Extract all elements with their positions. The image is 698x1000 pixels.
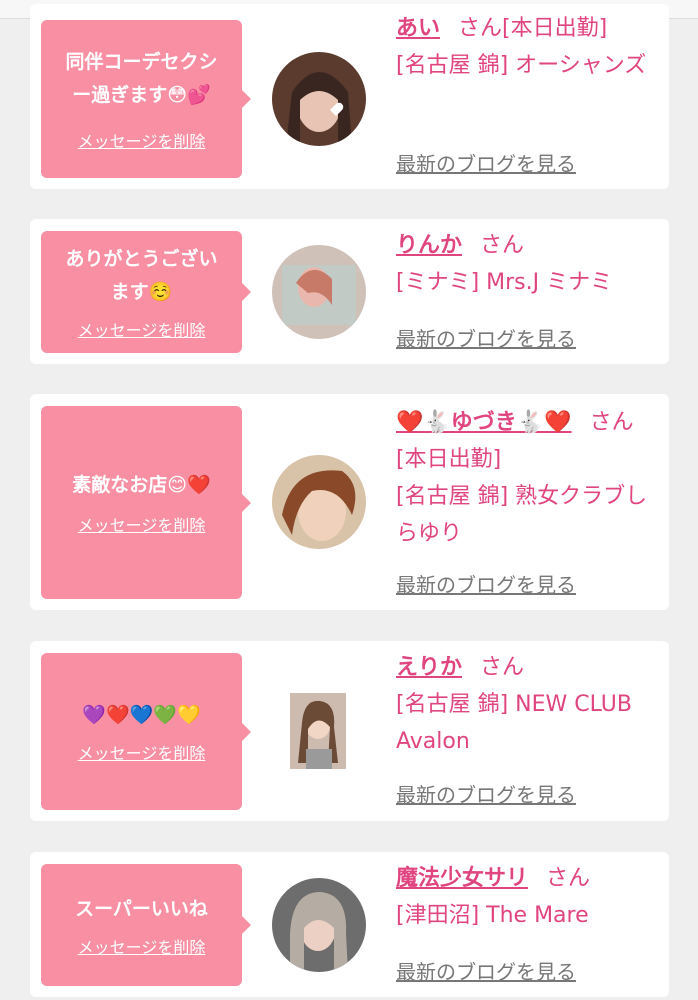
shop-name: [名古屋 錦] NEW CLUB Avalon — [396, 692, 632, 754]
message-card: 素敵なお店😊❤️ メッセージを削除 ❤️🐇ゆづき🐇❤️ さん [本日出勤] [名古屋… — [30, 394, 669, 610]
honorific: さん — [589, 410, 634, 435]
profile-name-link[interactable]: ❤️🐇ゆづき🐇❤️ — [396, 410, 572, 435]
shop-name: [津田沼] The Mare — [396, 903, 589, 928]
portrait-photo-icon — [272, 245, 366, 339]
honorific: さん — [480, 655, 525, 680]
message-card: 💜❤️💙💚💛 メッセージを削除 えりか さん [名古屋 錦] NEW CLUB A… — [30, 641, 669, 821]
honorific: さん — [546, 866, 591, 891]
avatar[interactable] — [272, 245, 366, 339]
profile-name-link[interactable]: えりか — [396, 655, 462, 680]
profile-info: えりか さん [名古屋 錦] NEW CLUB Avalon — [396, 649, 658, 760]
message-bubble: 💜❤️💙💚💛 メッセージを削除 — [41, 653, 251, 810]
latest-blog-link[interactable]: 最新のブログを見る — [396, 956, 576, 985]
message-text: ありがとうござい ます☺️ — [57, 243, 225, 309]
delete-message-link[interactable]: メッセージを削除 — [78, 512, 206, 536]
latest-blog-link[interactable]: 最新のブログを見る — [396, 779, 576, 808]
profile-info: りんか さん [ミナミ] Mrs.J ミナミ — [396, 227, 658, 301]
latest-blog-link[interactable]: 最新のブログを見る — [396, 148, 576, 177]
message-line: 素敵なお店😊❤️ — [72, 474, 211, 496]
status-label: [本日出勤] — [502, 16, 608, 41]
delete-message-link[interactable]: メッセージを削除 — [78, 128, 206, 152]
message-bubble: ありがとうござい ます☺️ メッセージを削除 — [41, 231, 251, 353]
avatar[interactable] — [290, 693, 346, 769]
profile-name-link[interactable]: 魔法少女サリ — [396, 866, 528, 891]
message-text: 同伴コーデセクシ ー過ぎます😳💕 — [57, 46, 225, 112]
message-card: スーパーいいね メッセージを削除 魔法少女サリ さん [津田沼] The Mare… — [30, 852, 669, 997]
message-line: ます☺️ — [110, 281, 173, 303]
message-line: 同伴コーデセクシ — [65, 51, 218, 73]
portrait-photo-icon — [272, 878, 366, 972]
message-text: 💜❤️💙💚💛 — [74, 699, 208, 732]
delete-message-link[interactable]: メッセージを削除 — [78, 934, 206, 958]
portrait-photo-icon — [272, 455, 366, 549]
profile-info: あい さん[本日出勤] [名古屋 錦] オーシャンズ — [396, 10, 658, 84]
honorific: さん — [458, 16, 503, 41]
portrait-photo-icon — [290, 693, 346, 769]
message-bubble: 同伴コーデセクシ ー過ぎます😳💕 メッセージを削除 — [41, 20, 251, 178]
profile-info: 魔法少女サリ さん [津田沼] The Mare — [396, 860, 658, 934]
portrait-photo-icon — [272, 52, 366, 146]
profile-name-link[interactable]: あい — [396, 16, 440, 41]
latest-blog-link[interactable]: 最新のブログを見る — [396, 569, 576, 598]
honorific: さん — [480, 233, 525, 258]
profile-name-link[interactable]: りんか — [396, 233, 462, 258]
status-label: [本日出勤] — [396, 447, 502, 472]
message-bubble: 素敵なお店😊❤️ メッセージを削除 — [41, 406, 251, 599]
message-line: スーパーいいね — [75, 897, 208, 920]
delete-message-link[interactable]: メッセージを削除 — [78, 740, 206, 764]
latest-blog-link[interactable]: 最新のブログを見る — [396, 323, 576, 352]
message-card: 同伴コーデセクシ ー過ぎます😳💕 メッセージを削除 あい さん[本日出勤] [名古… — [30, 4, 669, 189]
shop-name: [名古屋 錦] 熟女クラブしらゆり — [396, 484, 648, 546]
message-text: スーパーいいね — [67, 893, 216, 926]
message-line: ー過ぎます😳💕 — [72, 84, 211, 106]
message-bubble: スーパーいいね メッセージを削除 — [41, 864, 251, 986]
shop-name: [名古屋 錦] オーシャンズ — [396, 53, 647, 78]
avatar[interactable] — [272, 52, 366, 146]
message-card: ありがとうござい ます☺️ メッセージを削除 りんか さん [ミナミ] Mrs.J… — [30, 219, 669, 364]
message-line: 💜❤️💙💚💛 — [82, 704, 201, 726]
avatar[interactable] — [272, 878, 366, 972]
message-line: ありがとうござい — [65, 248, 218, 270]
shop-name: [ミナミ] Mrs.J ミナミ — [396, 270, 613, 295]
avatar[interactable] — [272, 455, 366, 549]
profile-info: ❤️🐇ゆづき🐇❤️ さん [本日出勤] [名古屋 錦] 熟女クラブしらゆり — [396, 404, 658, 552]
message-text: 素敵なお店😊❤️ — [64, 469, 218, 502]
delete-message-link[interactable]: メッセージを削除 — [78, 317, 206, 341]
